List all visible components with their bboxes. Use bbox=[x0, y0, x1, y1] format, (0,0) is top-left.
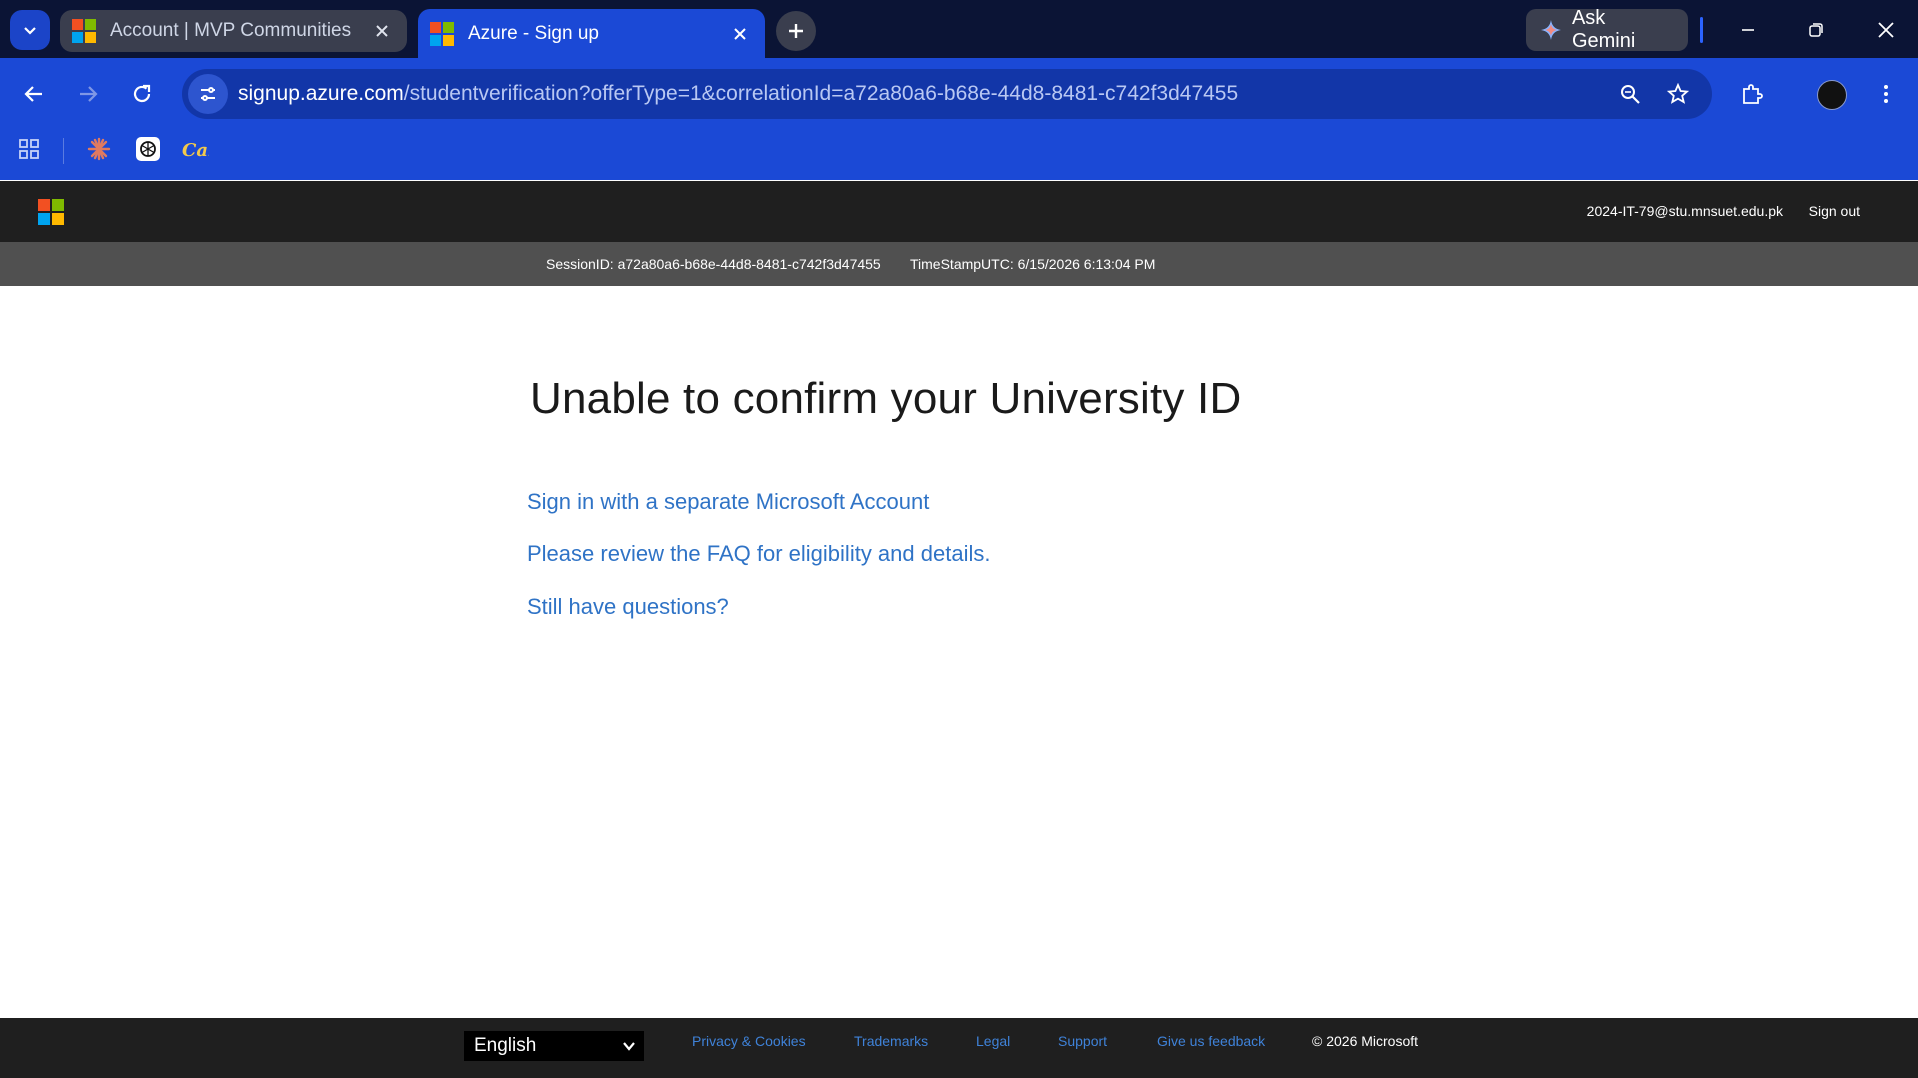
arrow-right-icon bbox=[80, 86, 98, 102]
new-tab-button[interactable] bbox=[776, 11, 816, 51]
chevron-down-icon bbox=[24, 27, 36, 35]
close-icon[interactable] bbox=[727, 21, 753, 47]
url-host: signup.azure.com bbox=[238, 82, 404, 105]
still-have-questions-link[interactable]: Still have questions? bbox=[527, 594, 729, 620]
address-bar[interactable]: signup.azure.com/studentverification?off… bbox=[182, 69, 1712, 119]
extensions-button[interactable] bbox=[1734, 76, 1770, 112]
browser-toolbar: signup.azure.com/studentverification?off… bbox=[0, 58, 1918, 180]
restore-icon bbox=[1809, 23, 1823, 37]
privacy-cookies-link[interactable]: Privacy & Cookies bbox=[692, 1033, 806, 1049]
bookmarks-separator bbox=[63, 138, 64, 164]
language-selected: English bbox=[474, 1035, 537, 1056]
svg-text:Cal: Cal bbox=[182, 140, 209, 161]
puzzle-icon bbox=[1743, 84, 1763, 104]
support-link[interactable]: Support bbox=[1058, 1033, 1107, 1049]
language-select[interactable]: English bbox=[464, 1031, 644, 1061]
minimize-button[interactable] bbox=[1728, 12, 1768, 48]
cal-icon[interactable]: Cal bbox=[180, 134, 210, 164]
minimize-icon bbox=[1742, 29, 1754, 31]
copyright: © 2026 Microsoft bbox=[1312, 1033, 1419, 1049]
browser-tabbar: Account | MVP Communities Azure - Sign u… bbox=[0, 0, 1918, 58]
page-title: Unable to confirm your University ID bbox=[530, 374, 1242, 423]
give-feedback-link[interactable]: Give us feedback bbox=[1157, 1033, 1265, 1049]
browser-menu-button[interactable] bbox=[1868, 76, 1904, 112]
tab-title: Azure - Sign up bbox=[468, 22, 599, 44]
zoom-button[interactable] bbox=[1612, 76, 1648, 112]
close-icon[interactable] bbox=[369, 18, 395, 44]
close-icon bbox=[1878, 22, 1894, 38]
sign-in-separate-account-link[interactable]: Sign in with a separate Microsoft Accoun… bbox=[527, 489, 929, 515]
microsoft-logo-icon bbox=[72, 19, 96, 43]
tabbar-separator bbox=[1700, 17, 1703, 43]
arrow-left-icon bbox=[24, 86, 42, 102]
sign-out-link[interactable]: Sign out bbox=[1809, 203, 1860, 219]
more-vertical-icon bbox=[1884, 85, 1888, 103]
ask-gemini-button[interactable]: Ask Gemini bbox=[1526, 7, 1688, 52]
zoom-icon bbox=[1621, 85, 1640, 104]
tab-search-button[interactable] bbox=[10, 10, 50, 50]
gemini-sparkle-icon bbox=[1540, 20, 1561, 40]
tab-title: Account | MVP Communities bbox=[110, 20, 352, 41]
plus-icon bbox=[789, 24, 803, 38]
chevron-down-icon bbox=[623, 1042, 635, 1051]
microsoft-logo-icon bbox=[430, 21, 454, 46]
timestamp-utc: TimeStampUTC: 6/15/2026 6:13:04 PM bbox=[910, 256, 1156, 272]
bookmark-star-button[interactable] bbox=[1660, 76, 1696, 112]
legal-link[interactable]: Legal bbox=[976, 1033, 1010, 1049]
faq-link[interactable]: Please review the FAQ for eligibility an… bbox=[527, 541, 990, 567]
bookmarks-bar: Cal bbox=[0, 130, 1918, 170]
trademarks-link[interactable]: Trademarks bbox=[854, 1033, 928, 1049]
site-footer: English Privacy & Cookies Trademarks Leg… bbox=[0, 1018, 1918, 1078]
site-header: 2024-IT-79@stu.mnsuet.edu.pk Sign out bbox=[0, 181, 1918, 242]
tab-azure-signup[interactable]: Azure - Sign up bbox=[418, 9, 765, 58]
tune-icon bbox=[201, 87, 215, 101]
profile-avatar[interactable] bbox=[1817, 80, 1847, 110]
restore-button[interactable] bbox=[1796, 12, 1836, 48]
close-window-button[interactable] bbox=[1866, 12, 1906, 48]
star-icon bbox=[1667, 83, 1689, 104]
site-info-button[interactable] bbox=[188, 74, 228, 114]
signed-in-email: 2024-IT-79@stu.mnsuet.edu.pk bbox=[1586, 203, 1783, 219]
forward-button[interactable] bbox=[70, 76, 106, 112]
url-text: signup.azure.com/studentverification?off… bbox=[238, 82, 1238, 106]
back-button[interactable] bbox=[16, 76, 52, 112]
reload-icon bbox=[133, 84, 151, 103]
tab-account-mvp[interactable]: Account | MVP Communities bbox=[60, 10, 407, 52]
claude-icon[interactable] bbox=[84, 134, 114, 164]
main-content: Unable to confirm your University ID Sig… bbox=[0, 286, 1918, 1018]
apps-icon[interactable] bbox=[14, 134, 44, 164]
chatgpt-icon[interactable] bbox=[133, 134, 163, 164]
url-path: /studentverification?offerType=1&correla… bbox=[403, 82, 1239, 105]
reload-button[interactable] bbox=[124, 76, 160, 112]
ask-gemini-label: Ask Gemini bbox=[1571, 7, 1636, 52]
microsoft-logo-icon[interactable] bbox=[38, 199, 64, 225]
session-id: SessionID: a72a80a6-b68e-44d8-8481-c742f… bbox=[546, 256, 881, 272]
session-bar: SessionID: a72a80a6-b68e-44d8-8481-c742f… bbox=[0, 242, 1918, 286]
